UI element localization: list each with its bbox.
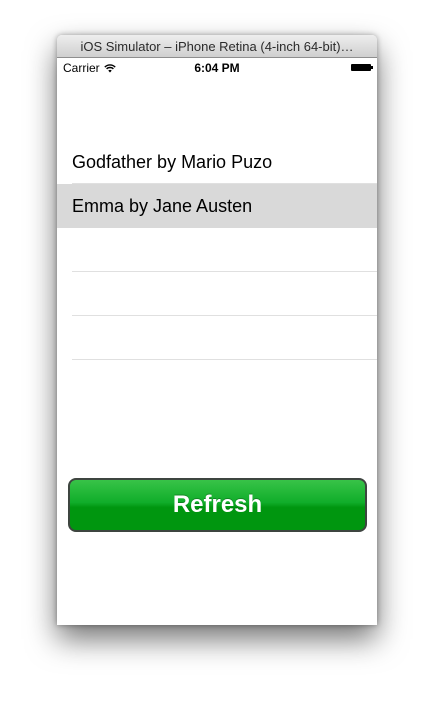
row-label: Emma by Jane Austen	[72, 195, 253, 216]
books-table: Godfather by Mario Puzo Emma by Jane Aus…	[57, 140, 377, 360]
row-label: Godfather by Mario Puzo	[72, 151, 273, 172]
table-row[interactable]: Godfather by Mario Puzo	[57, 140, 377, 184]
refresh-button[interactable]: Refresh	[68, 478, 367, 532]
status-bar: Carrier 6:04 PM	[57, 58, 377, 78]
table-row[interactable]	[57, 272, 377, 316]
battery-icon	[351, 64, 373, 71]
table-row[interactable]	[57, 228, 377, 272]
status-time: 6:04 PM	[194, 61, 240, 75]
window-title: iOS Simulator – iPhone Retina (4-inch 64…	[57, 35, 377, 58]
simulator-window: iOS Simulator – iPhone Retina (4-inch 64…	[57, 35, 377, 625]
table-row[interactable]: Emma by Jane Austen	[57, 184, 377, 228]
table-row[interactable]	[57, 316, 377, 360]
